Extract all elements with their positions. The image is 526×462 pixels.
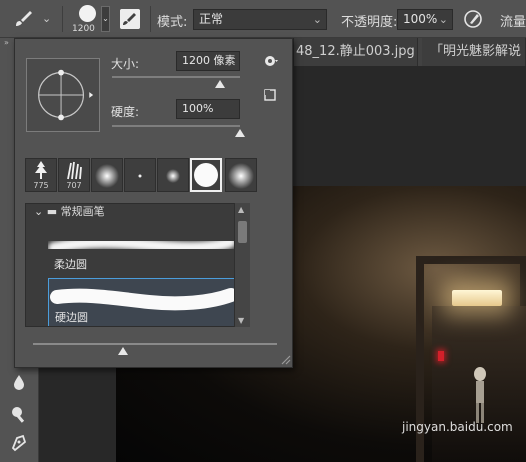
brush-group-header[interactable]: ⌄ ▬ 常规画笔 xyxy=(26,204,249,222)
brush-preset-name: 硬边圆 xyxy=(55,311,88,324)
mode-label: 模式: xyxy=(157,15,188,30)
recent-brush[interactable] xyxy=(124,158,156,192)
resize-grip-icon[interactable] xyxy=(279,353,291,365)
hardness-label: 硬度: xyxy=(111,105,140,119)
brush-angle-roundness-preview[interactable] xyxy=(26,58,100,132)
scroll-down-icon[interactable]: ▼ xyxy=(238,316,244,325)
soft-round-large-brush-icon xyxy=(228,163,254,189)
ceiling-lamp xyxy=(452,290,502,306)
tab-title: 48_12.静止003.jpg xyxy=(296,44,415,59)
tool-preset-dropdown[interactable]: ⌄ xyxy=(42,12,51,25)
blend-mode-select[interactable]: 正常 ⌄ xyxy=(193,9,327,30)
red-indicator-light xyxy=(438,351,444,361)
brush-tip-preview xyxy=(79,5,96,22)
preset-list-scrollbar[interactable]: ▲ ▼ xyxy=(234,203,250,327)
brush-size-readout: 1200 xyxy=(72,24,95,34)
preview-size-slider-thumb[interactable] xyxy=(118,347,129,355)
recent-brush[interactable] xyxy=(157,158,189,192)
dodge-tool-icon[interactable] xyxy=(9,404,29,424)
soft-round-brush-icon xyxy=(95,164,119,188)
pen-tool-icon[interactable] xyxy=(9,432,29,452)
hardness-slider-thumb[interactable] xyxy=(235,129,245,137)
disclosure-triangle-icon[interactable]: ⌄ xyxy=(34,205,43,218)
chevron-down-icon: ⌄ xyxy=(438,13,448,26)
brush-preset-hard-round[interactable]: 硬边圆 xyxy=(48,278,237,326)
grass-brush-icon xyxy=(67,161,82,180)
recent-brush-selected[interactable] xyxy=(190,158,222,192)
alien-figure xyxy=(474,367,486,423)
separator xyxy=(150,6,151,32)
brush-group-name: 常规画笔 xyxy=(60,205,105,218)
opacity-field[interactable]: 100% ⌄ xyxy=(397,9,453,30)
recent-brush[interactable]: 775 xyxy=(25,158,57,192)
gear-icon[interactable] xyxy=(263,53,279,69)
preview-size-slider[interactable] xyxy=(33,343,277,345)
brush-size-number: 707 xyxy=(66,181,82,190)
recent-brushes: 775 707 xyxy=(25,158,287,192)
hardness-slider[interactable] xyxy=(112,125,240,127)
separator xyxy=(62,6,63,32)
tab-document-2[interactable]: 「明光魅影解说 xyxy=(422,38,526,66)
size-slider-thumb[interactable] xyxy=(214,80,225,88)
brush-size-number: 775 xyxy=(33,181,49,190)
recent-brush[interactable]: 707 xyxy=(58,158,90,192)
collapse-icon[interactable]: » xyxy=(4,38,9,47)
size-field[interactable]: 1200 像素 xyxy=(176,51,240,71)
blur-tool-icon[interactable] xyxy=(9,372,29,392)
size-slider[interactable] xyxy=(112,76,240,78)
size-label: 大小: xyxy=(111,57,140,71)
chevron-down-icon: ⌄ xyxy=(312,13,322,26)
hardness-field[interactable]: 100% xyxy=(176,99,240,119)
blend-mode-value: 正常 xyxy=(199,12,224,26)
tab-document-1[interactable]: 48_12.静止003.jpg× xyxy=(294,38,418,66)
pressure-opacity-icon[interactable] xyxy=(462,8,484,30)
opacity-value: 100% xyxy=(403,12,438,26)
brush-picker-open-button[interactable]: ⌄ xyxy=(101,6,110,32)
opacity-label: 不透明度: xyxy=(341,15,398,30)
flow-label: 流量 xyxy=(500,15,526,30)
watermark-text: jingyan.baidu.com xyxy=(402,420,513,434)
options-bar: ⌄ 1200 ⌄ 模式: 正常 ⌄ 不透明度: 100% ⌄ 流量 xyxy=(0,0,526,38)
small-hard-brush-icon xyxy=(138,174,142,178)
new-preset-icon[interactable] xyxy=(264,89,276,101)
hard-round-brush-icon xyxy=(194,163,218,187)
tab-title: 「明光魅影解说 xyxy=(430,44,522,59)
scroll-up-icon[interactable]: ▲ xyxy=(238,205,244,214)
scrollbar-thumb[interactable] xyxy=(238,221,247,243)
brush-tool-icon[interactable] xyxy=(12,8,34,30)
tree-brush-icon xyxy=(35,161,47,179)
brush-preset-list: ⌄ ▬ 常规画笔 柔边圆 硬边圆 xyxy=(25,203,250,327)
brush-preset-soft-round[interactable]: 柔边圆 xyxy=(48,224,236,276)
brush-preset-popup: 大小: 1200 像素 硬度: 100% 775 707 ⌄ ▬ 常规画笔 柔边… xyxy=(14,38,293,368)
folder-icon: ▬ xyxy=(46,205,58,218)
brush-preset-name: 柔边圆 xyxy=(54,258,87,271)
brush-settings-panel-icon[interactable] xyxy=(120,9,140,29)
soft-round-small-brush-icon xyxy=(166,169,180,183)
photoshop-window: jingyan.baidu.com 48_12.静止003.jpg× 「明光魅影… xyxy=(0,0,526,462)
recent-brush[interactable] xyxy=(91,158,123,192)
document-tab-bar: 48_12.静止003.jpg× 「明光魅影解说 xyxy=(294,38,526,66)
recent-brush[interactable] xyxy=(225,158,257,192)
